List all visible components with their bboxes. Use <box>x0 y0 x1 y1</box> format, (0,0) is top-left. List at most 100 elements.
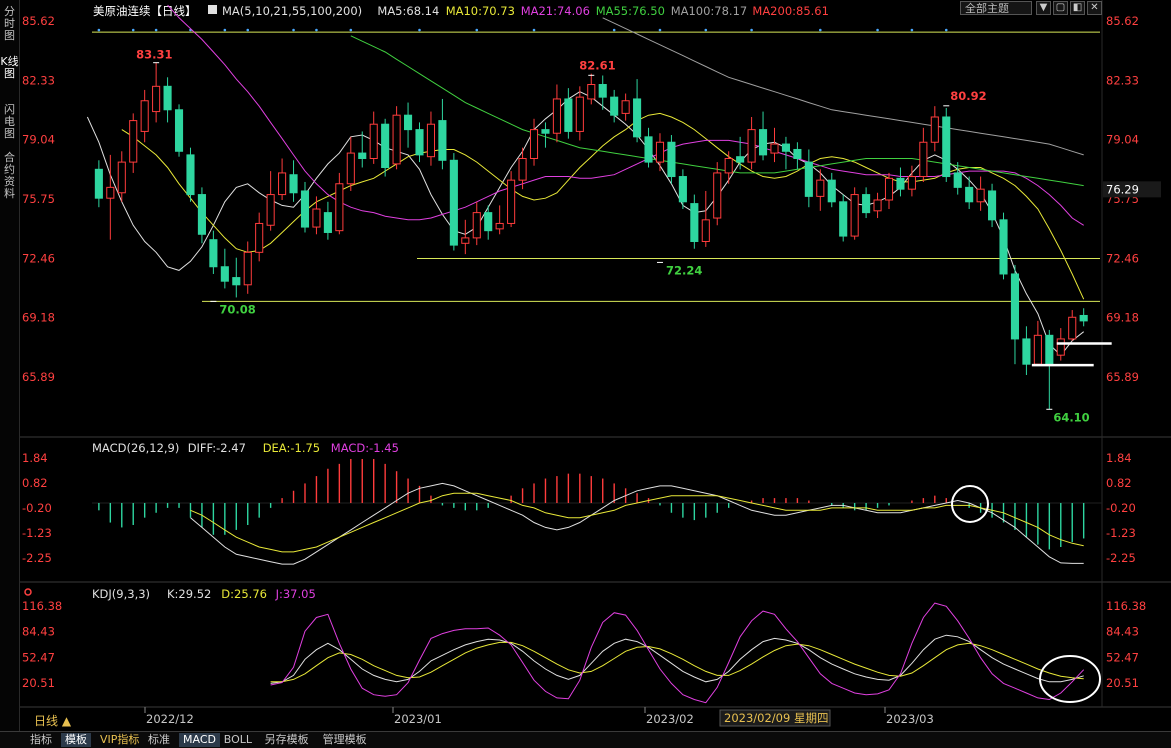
candle-body[interactable] <box>541 129 550 134</box>
candle-body[interactable] <box>564 98 573 132</box>
candle-body[interactable] <box>174 109 184 152</box>
candle-body[interactable] <box>529 129 539 159</box>
theme-select[interactable]: 全部主题 <box>960 1 1032 15</box>
candle-body[interactable] <box>392 114 401 165</box>
candle-body[interactable] <box>587 84 596 100</box>
candle-body[interactable] <box>1068 316 1077 340</box>
candle-body[interactable] <box>1079 314 1088 322</box>
candle-body[interactable] <box>186 154 195 196</box>
candle-body[interactable] <box>839 201 848 237</box>
toolbar-restore-button[interactable]: ▢ <box>1053 1 1068 15</box>
candle-body[interactable] <box>163 85 172 111</box>
candle-body[interactable] <box>633 98 642 138</box>
candle-body[interactable] <box>678 176 687 203</box>
candle-body[interactable] <box>472 212 481 239</box>
candle-body[interactable] <box>965 186 974 203</box>
candle-body[interactable] <box>713 172 722 219</box>
candle-body[interactable] <box>255 222 264 253</box>
candle-body[interactable] <box>873 199 882 212</box>
candle-body[interactable] <box>781 143 790 152</box>
candle-body[interactable] <box>1010 273 1020 340</box>
candle-body[interactable] <box>404 114 413 131</box>
toolbar-split-button[interactable]: ◧ <box>1070 1 1085 15</box>
candle-body[interactable] <box>736 156 745 163</box>
candle-body[interactable] <box>884 177 894 201</box>
candle-body[interactable] <box>243 251 252 286</box>
bottom-tab-6[interactable]: 另存模板 <box>261 733 313 747</box>
candle-body[interactable] <box>369 123 378 159</box>
bottom-tab-3[interactable]: 标准 <box>144 733 174 747</box>
candle-body[interactable] <box>816 179 825 197</box>
candle-body[interactable] <box>667 141 676 178</box>
candle-body[interactable] <box>804 161 813 197</box>
side-tab-1[interactable]: K线图 <box>0 56 19 80</box>
candle-body[interactable] <box>1045 334 1054 365</box>
candle-body[interactable] <box>461 237 470 244</box>
candle-body[interactable] <box>907 176 916 190</box>
candle-body[interactable] <box>289 174 298 194</box>
candle-body[interactable] <box>999 219 1008 275</box>
candle-body[interactable] <box>976 188 985 203</box>
bottom-tab-5[interactable]: BOLL <box>220 733 256 747</box>
candle-body[interactable] <box>850 194 859 237</box>
candle-body[interactable] <box>117 161 126 194</box>
candle-body[interactable] <box>770 143 779 154</box>
candle-body[interactable] <box>953 172 962 188</box>
side-tab-3[interactable]: 合约资料 <box>0 152 19 200</box>
toolbar-dropdown-button[interactable]: ▼ <box>1036 1 1051 15</box>
candle-body[interactable] <box>552 98 561 134</box>
candle-body[interactable] <box>1022 338 1031 365</box>
bottom-tab-7[interactable]: 管理模板 <box>319 733 371 747</box>
candle-body[interactable] <box>758 129 768 156</box>
candle-body[interactable] <box>598 84 607 98</box>
candle-body[interactable] <box>896 177 905 190</box>
candle-body[interactable] <box>106 186 115 199</box>
candle-body[interactable] <box>644 136 653 163</box>
candle-body[interactable] <box>621 100 630 114</box>
candle-body[interactable] <box>278 172 287 196</box>
candle-body[interactable] <box>1056 338 1065 356</box>
candle-body[interactable] <box>655 141 665 163</box>
candle-body[interactable] <box>140 100 149 132</box>
candle-body[interactable] <box>988 190 997 221</box>
candle-body[interactable] <box>266 194 275 226</box>
candle-body[interactable] <box>930 116 939 143</box>
candle-body[interactable] <box>827 179 836 203</box>
candle-body[interactable] <box>518 157 527 181</box>
candle-body[interactable] <box>862 194 871 214</box>
candle-body[interactable] <box>129 120 138 163</box>
side-tab-2[interactable]: 闪电图 <box>0 104 19 140</box>
bottom-tab-0[interactable]: 指标 <box>26 733 56 747</box>
candle-body[interactable] <box>152 85 161 113</box>
kdj-settings-icon[interactable] <box>24 588 32 596</box>
candle-body[interactable] <box>197 194 206 235</box>
candle-body[interactable] <box>495 222 504 230</box>
bottom-tab-1[interactable]: 模板 <box>61 733 91 747</box>
candle-body[interactable] <box>484 212 493 232</box>
candlestick-chart[interactable]: 美原油连续【日线】 MA(5,10,21,55,100,200) MA5:68.14… <box>20 0 1171 730</box>
candle-body[interactable] <box>232 277 241 286</box>
candle-body[interactable] <box>690 203 699 242</box>
candle-body[interactable] <box>415 129 424 156</box>
candle-body[interactable] <box>438 120 447 161</box>
candle-body[interactable] <box>507 179 516 224</box>
candle-body[interactable] <box>610 96 619 116</box>
candle-body[interactable] <box>323 212 332 233</box>
toolbar-close-button[interactable]: ✕ <box>1087 1 1102 15</box>
candle-body[interactable] <box>701 219 710 242</box>
candle-body[interactable] <box>335 183 344 232</box>
candle-body[interactable] <box>575 96 584 132</box>
candle-body[interactable] <box>312 208 321 228</box>
side-tab-0[interactable]: 分时图 <box>0 6 19 42</box>
candle-body[interactable] <box>449 159 458 246</box>
candle-body[interactable] <box>358 152 367 159</box>
candle-body[interactable] <box>220 266 229 282</box>
candle-body[interactable] <box>209 239 218 268</box>
bottom-tab-2[interactable]: VIP指标 <box>96 733 143 747</box>
candle-body[interactable] <box>94 168 103 199</box>
candle-body[interactable] <box>346 152 355 185</box>
candle-body[interactable] <box>919 141 928 178</box>
candle-body[interactable] <box>942 116 951 178</box>
candle-body[interactable] <box>381 123 390 169</box>
candle-body[interactable] <box>793 148 802 159</box>
